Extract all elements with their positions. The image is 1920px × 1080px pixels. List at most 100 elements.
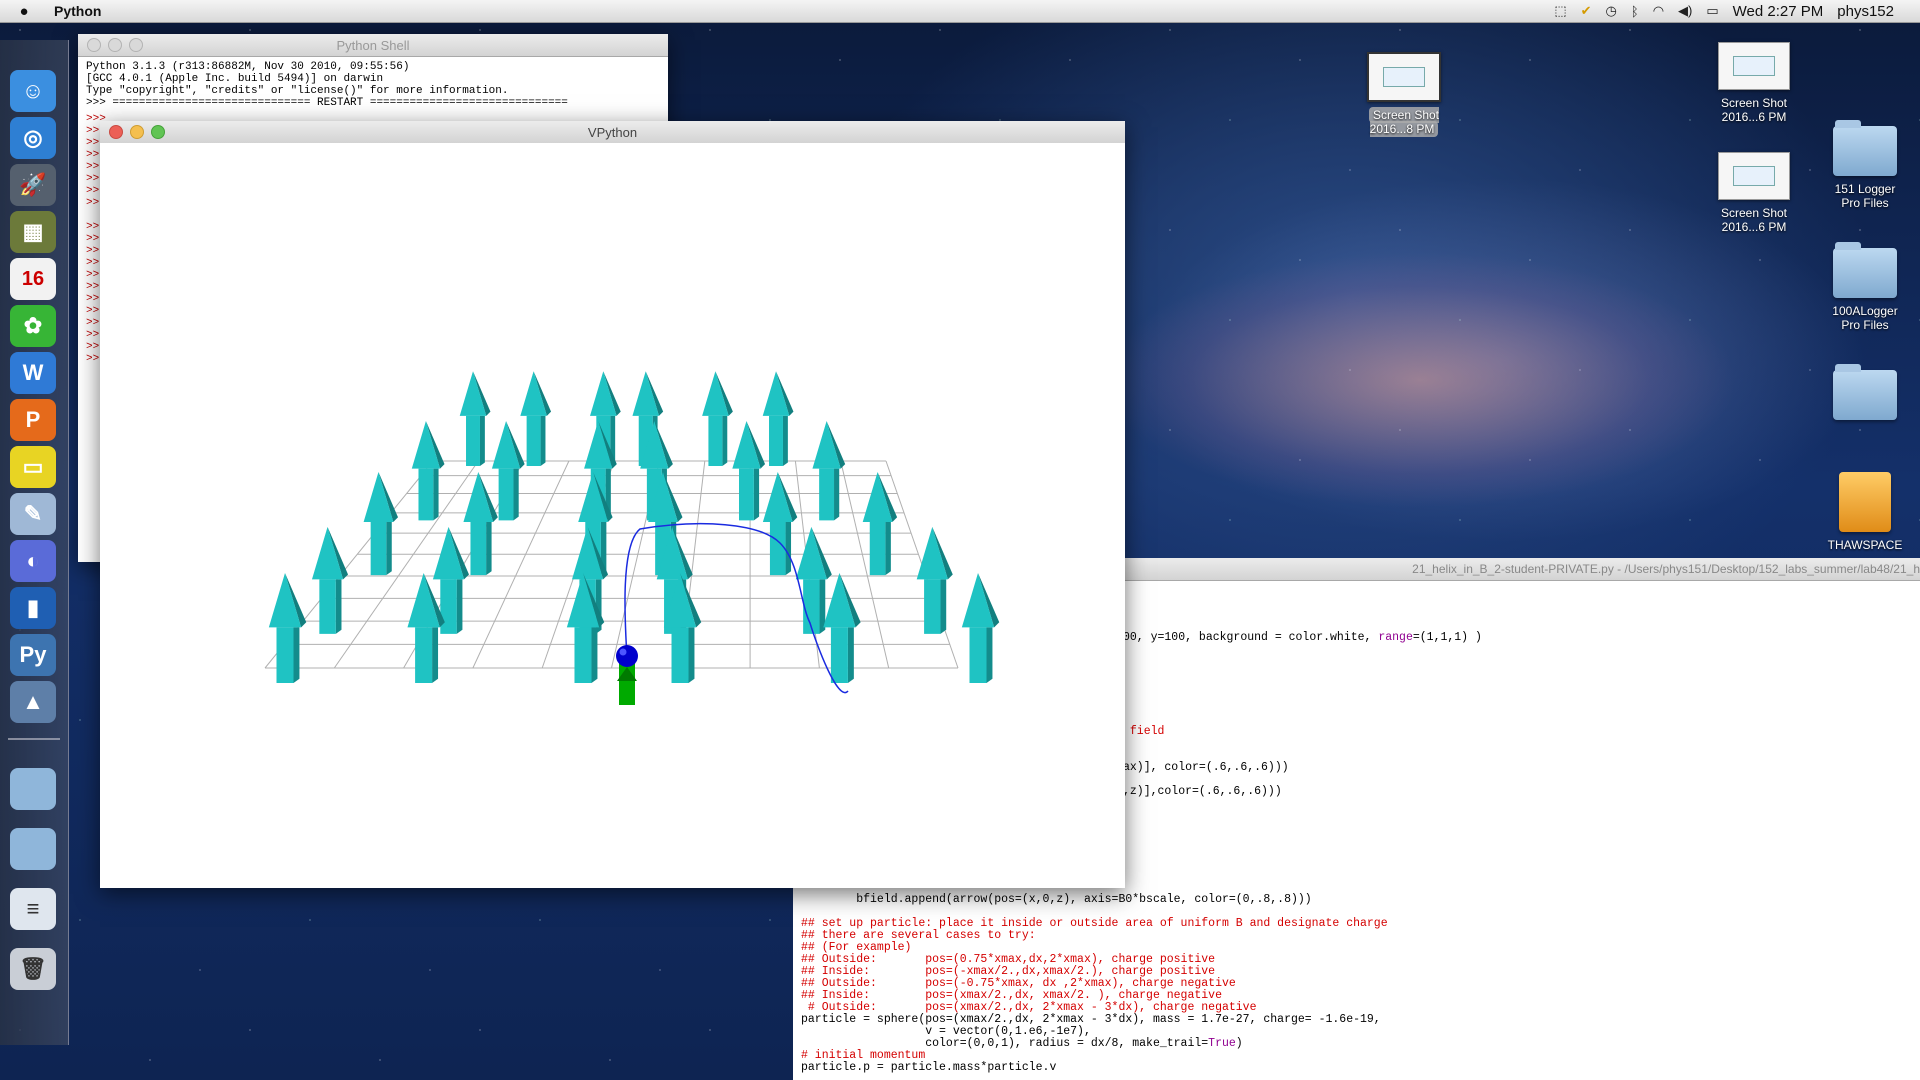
arrow-side bbox=[834, 468, 840, 521]
arrow-side bbox=[293, 627, 300, 683]
arrow-side bbox=[885, 521, 891, 576]
powerpoint-icon[interactable]: P bbox=[10, 399, 56, 441]
preview-icon[interactable]: ✎ bbox=[10, 493, 56, 535]
folder-icon bbox=[1833, 242, 1897, 298]
code-keyword: range bbox=[1378, 631, 1413, 644]
code-line: ,z)],color=(.6,.6,.6))) bbox=[1123, 785, 1282, 798]
arrow-shaft bbox=[370, 521, 387, 576]
3d-scene[interactable] bbox=[100, 143, 1125, 888]
clock[interactable]: Wed 2:27 PM bbox=[1733, 3, 1824, 20]
magnetic-field-arrow bbox=[862, 471, 898, 576]
arrow-shaft bbox=[708, 415, 723, 466]
desktop-screenshot-2[interactable]: Screen Shot 2016...6 PM bbox=[1699, 152, 1809, 234]
arrow-shaft bbox=[440, 579, 457, 634]
magnetic-field-arrow bbox=[961, 573, 1000, 683]
code-line: ) bbox=[1235, 1037, 1243, 1050]
volume-icon[interactable]: ◀) bbox=[1678, 3, 1692, 19]
vpython-window[interactable]: VPython bbox=[100, 121, 1125, 888]
arrow-side bbox=[753, 468, 760, 521]
particle-highlight bbox=[619, 648, 627, 656]
zoom-button[interactable] bbox=[129, 38, 143, 52]
desktop-screenshot-1[interactable]: Screen Shot 2016...6 PM bbox=[1699, 42, 1809, 124]
document-icon[interactable]: ≡ bbox=[10, 888, 56, 930]
arrow-side bbox=[591, 627, 598, 683]
zoom-button[interactable] bbox=[151, 125, 165, 139]
trash-icon[interactable]: 🗑 bbox=[10, 948, 56, 990]
iphoto-icon[interactable]: ▦ bbox=[10, 211, 56, 253]
desktop-folder-unnamed[interactable] bbox=[1810, 364, 1920, 426]
dock-separator bbox=[8, 738, 60, 740]
arrow-shaft bbox=[769, 415, 783, 466]
user-menu[interactable]: phys152 bbox=[1837, 3, 1894, 20]
folder-icon bbox=[1833, 364, 1897, 420]
scanner-icon[interactable]: ⬚ bbox=[1554, 3, 1566, 19]
checkmark-icon[interactable]: ✔ bbox=[1581, 3, 1592, 19]
arrow-shaft bbox=[574, 627, 592, 683]
magnetic-field-arrow bbox=[491, 420, 525, 521]
labpro-icon[interactable]: ▭ bbox=[10, 446, 56, 488]
desktop-icon-label: 100ALogger Pro Files bbox=[1832, 304, 1898, 332]
magnetic-field-arrow bbox=[411, 420, 445, 521]
arrow-side bbox=[540, 415, 546, 466]
magnetic-field-arrow bbox=[812, 420, 846, 521]
wifi-icon[interactable]: ◠ bbox=[1653, 3, 1664, 19]
battery-icon[interactable]: ▭ bbox=[1706, 3, 1718, 19]
code-keyword: True bbox=[1208, 1037, 1236, 1050]
desktop-screenshot-selected[interactable]: Screen Shot 2016...8 PM bbox=[1349, 52, 1459, 137]
arrow-side bbox=[722, 415, 728, 466]
arrow-side bbox=[479, 415, 485, 466]
minimize-button[interactable] bbox=[130, 125, 144, 139]
arrow-shaft bbox=[769, 521, 786, 576]
magnetic-field-arrow bbox=[732, 420, 766, 521]
calendar-icon[interactable]: 16 bbox=[10, 258, 56, 300]
idle-icon[interactable]: ▲ bbox=[10, 681, 56, 723]
arrow-shaft bbox=[819, 468, 835, 521]
desktop-folder-100a-logger[interactable]: 100ALogger Pro Files bbox=[1810, 242, 1920, 332]
arrow-side bbox=[433, 468, 439, 521]
folder-icon[interactable] bbox=[10, 828, 56, 870]
folder-icon[interactable] bbox=[10, 768, 56, 810]
arrow-shaft bbox=[418, 468, 434, 521]
arrow-side bbox=[782, 415, 788, 466]
python-icon[interactable]: Py bbox=[10, 634, 56, 676]
vpython-titlebar[interactable]: VPython bbox=[100, 121, 1125, 144]
arrow-shaft bbox=[924, 579, 941, 634]
xgrid-icon[interactable]: ✿ bbox=[10, 305, 56, 347]
vpython-canvas[interactable] bbox=[100, 143, 1125, 888]
apple-menu-icon[interactable]: ● bbox=[14, 3, 34, 20]
magnetic-field-arrow bbox=[762, 371, 794, 466]
time-machine-icon[interactable]: ◷ bbox=[1606, 3, 1617, 19]
arrow-shaft bbox=[739, 468, 754, 521]
app-menu[interactable]: Python bbox=[54, 3, 101, 19]
arrow-shaft bbox=[470, 521, 487, 576]
code-line: ax)], color=(.6,.6,.6))) bbox=[1123, 761, 1289, 774]
shell-output[interactable]: Python 3.1.3 (r313:86882M, Nov 30 2010, … bbox=[78, 57, 668, 113]
desktop-folder-151-logger[interactable]: 151 Logger Pro Files bbox=[1810, 120, 1920, 210]
arrow-side bbox=[847, 627, 854, 683]
finder-icon[interactable]: ☺ bbox=[10, 70, 56, 112]
safari-icon[interactable]: ◎ bbox=[10, 117, 56, 159]
shell-titlebar[interactable]: Python Shell bbox=[78, 34, 668, 57]
arrow-side bbox=[688, 627, 695, 683]
folder-icon bbox=[1833, 120, 1897, 176]
desktop-drive-thawspace[interactable]: THAWSPACE bbox=[1810, 472, 1920, 552]
magnetic-field-arrow bbox=[311, 526, 349, 634]
arrow-shaft bbox=[498, 468, 514, 521]
particle-sphere bbox=[616, 645, 638, 667]
code-line: particle.p = particle.mass*particle.v bbox=[801, 1061, 1057, 1074]
vlc-icon[interactable]: ◐ bbox=[10, 540, 56, 582]
close-button[interactable] bbox=[87, 38, 101, 52]
external-drive-icon bbox=[1839, 472, 1891, 532]
launchpad-icon[interactable]: 🚀 bbox=[10, 164, 56, 206]
word-icon[interactable]: W bbox=[10, 352, 56, 394]
minimize-button[interactable] bbox=[108, 38, 122, 52]
dock: ☺ ◎ 🚀 ▦ 16 ✿ W P ▭ ✎ ◐ ▮ Py ▲ ≡ 🗑 bbox=[0, 40, 69, 1045]
magnetic-field-arrow bbox=[407, 573, 445, 683]
arrow-side bbox=[940, 579, 947, 634]
arrow-shaft bbox=[869, 521, 886, 576]
bluetooth-icon[interactable]: ᛒ bbox=[1631, 4, 1639, 19]
desktop-icon-label: Screen Shot 2016...6 PM bbox=[1720, 96, 1788, 124]
audio-icon[interactable]: ▮ bbox=[10, 587, 56, 629]
close-button[interactable] bbox=[109, 125, 123, 139]
screenshot-thumbnail-icon bbox=[1718, 152, 1790, 200]
